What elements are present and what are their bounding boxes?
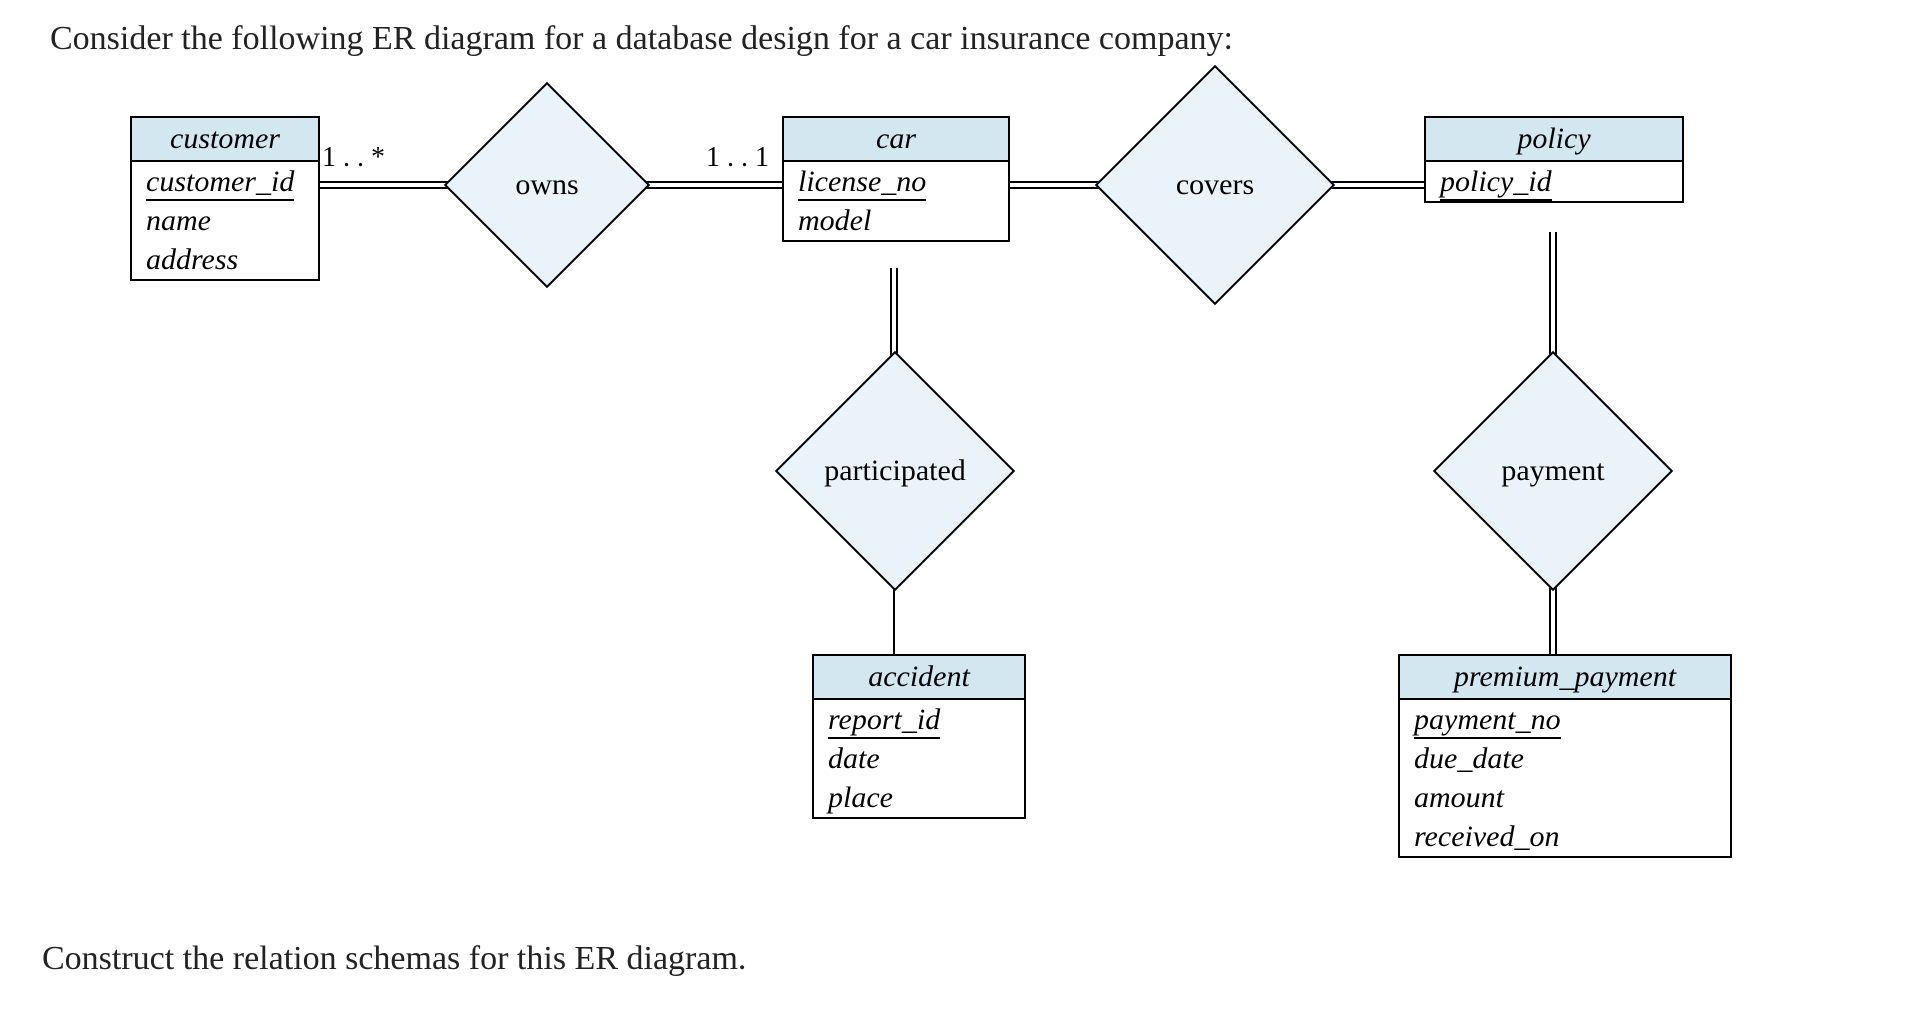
entity-customer-attr-name: name [132,201,318,240]
relationship-owns: owns [474,112,620,258]
relationship-payment-label: payment [1501,454,1604,488]
relationship-owns-label: owns [515,168,578,202]
cardinality-customer-owns: 1 . . * [322,142,385,174]
question-bottom: Construct the relation schemas for this … [42,940,746,978]
entity-customer-title: customer [132,118,318,162]
entity-premium_payment-attr-due_date: due_date [1400,739,1730,778]
cardinality-owns-car: 1 . . 1 [706,142,769,174]
entity-car-attr-license_no: license_no [784,162,1008,201]
relationship-covers: covers [1130,100,1300,270]
entity-premium_payment: premium_payment payment_no due_date amou… [1398,654,1732,858]
entity-accident: accident report_id date place [812,654,1026,819]
entity-premium_payment-attr-received_on: received_on [1400,817,1730,856]
entity-premium_payment-attr-payment_no: payment_no [1400,700,1730,739]
relationship-participated: participated [810,386,980,556]
entity-policy-title: policy [1426,118,1682,162]
entity-customer: customer customer_id name address [130,116,320,281]
er-diagram-page: Consider the following ER diagram for a … [0,0,1906,1016]
entity-car-attr-model: model [784,201,1008,240]
entity-accident-title: accident [814,656,1024,700]
entity-premium_payment-attr-amount: amount [1400,778,1730,817]
relationship-payment: payment [1468,386,1638,556]
question-top: Consider the following ER diagram for a … [50,20,1233,58]
entity-accident-attr-place: place [814,778,1024,817]
entity-accident-attr-date: date [814,739,1024,778]
entity-car-title: car [784,118,1008,162]
entity-premium_payment-title: premium_payment [1400,656,1730,700]
entity-customer-attr-address: address [132,240,318,279]
entity-customer-attr-customer_id: customer_id [132,162,318,201]
entity-car: car license_no model [782,116,1010,242]
relationship-covers-label: covers [1176,168,1254,202]
relationship-participated-label: participated [824,454,966,488]
entity-policy: policy policy_id [1424,116,1684,203]
entity-accident-attr-report_id: report_id [814,700,1024,739]
entity-policy-attr-policy_id: policy_id [1426,162,1682,201]
